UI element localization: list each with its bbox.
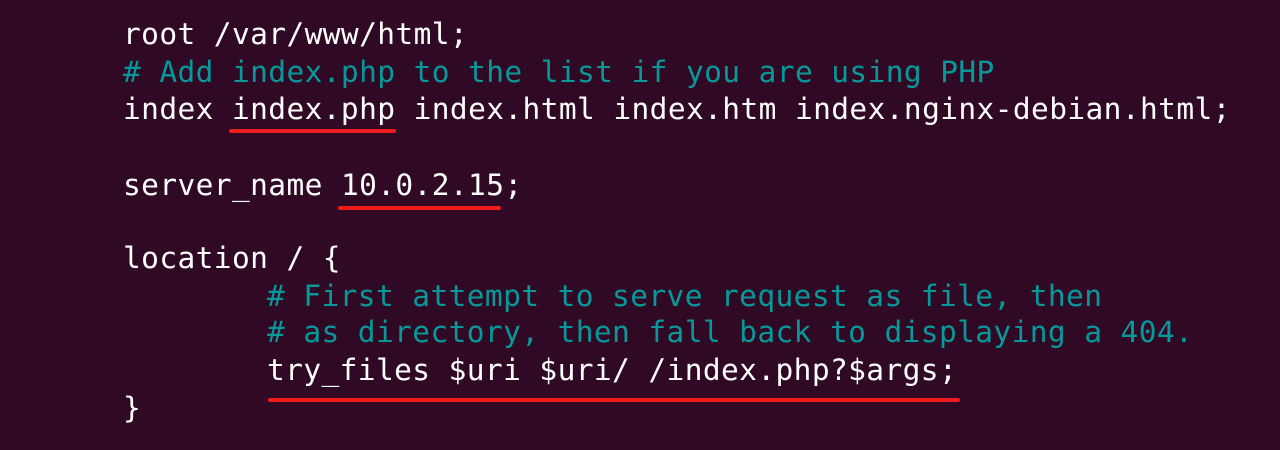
code-comment-add-index: # Add index.php to the list if you are u… xyxy=(123,55,995,89)
code-line-index: index index.php index.html index.htm ind… xyxy=(123,91,1231,127)
code-comment-first-attempt: # First attempt to serve request as file… xyxy=(267,279,1103,313)
code-line-server-name: server_name 10.0.2.15; xyxy=(123,167,523,203)
underline-index-php xyxy=(229,129,396,133)
server-name-semicolon: ; xyxy=(504,168,523,202)
index-php-token: index.php xyxy=(231,92,396,126)
server-name-keyword: server_name xyxy=(123,168,341,202)
terminal-window: root /var/www/html; # Add index.php to t… xyxy=(0,0,1280,450)
server-name-value: 10.0.2.15 xyxy=(340,168,505,202)
code-line-location-close: } xyxy=(123,391,142,425)
code-line-location-open: location / { xyxy=(123,241,341,275)
underline-try-files xyxy=(268,398,960,402)
code-line-try-files: try_files $uri $uri/ /index.php?$args; xyxy=(267,353,958,387)
code-line-root: root /var/www/html; xyxy=(123,17,469,51)
code-comment-as-directory: # as directory, then fall back to displa… xyxy=(267,315,1194,349)
index-rest-tokens: index.html index.htm index.nginx-debian.… xyxy=(395,92,1231,126)
underline-server-name xyxy=(338,206,501,210)
index-keyword: index xyxy=(123,92,232,126)
